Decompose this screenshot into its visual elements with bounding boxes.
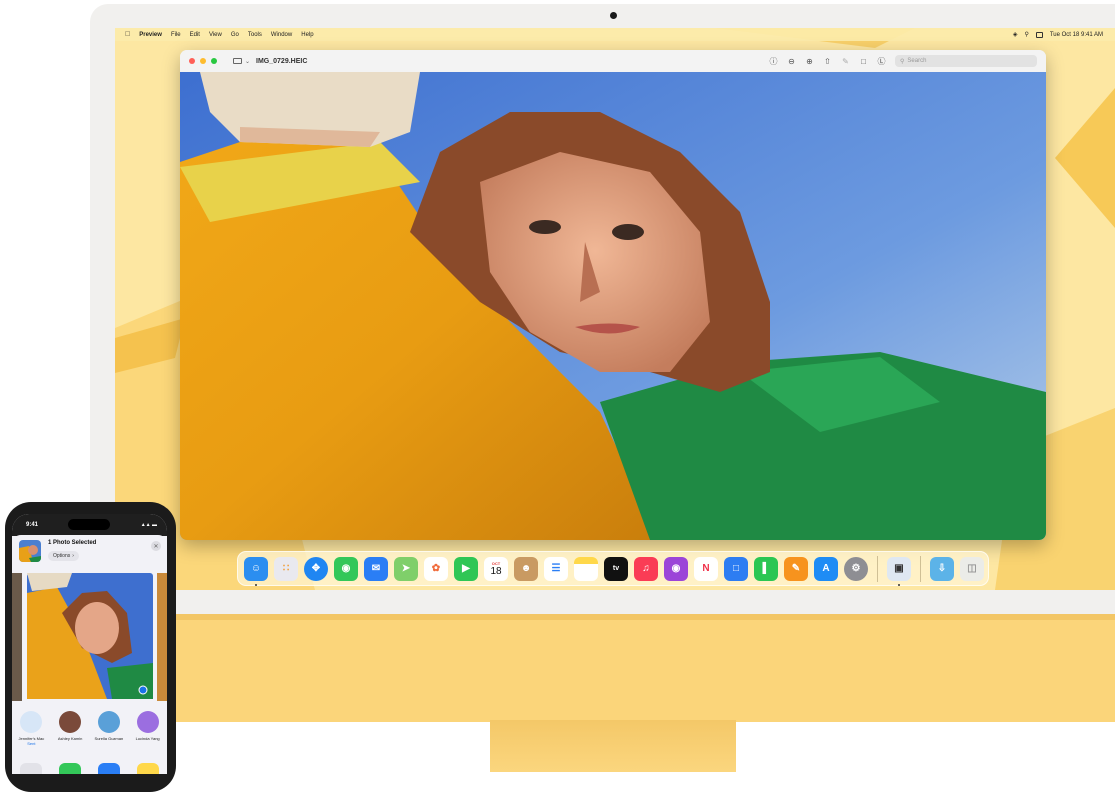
- calendar-day: 18: [490, 565, 502, 577]
- menu-window[interactable]: Window: [271, 32, 292, 38]
- rotate-icon[interactable]: □: [859, 57, 868, 66]
- dock-finder-icon[interactable]: ☺: [244, 556, 268, 586]
- person-status: Sent: [27, 741, 36, 746]
- iphone-time: 9:41: [26, 522, 39, 528]
- menu-tools[interactable]: Tools: [248, 32, 262, 38]
- search-placeholder: Search: [907, 58, 927, 64]
- menu-clock[interactable]: Tue Oct 18 9:41 AM: [1050, 32, 1103, 38]
- dock-tv-icon[interactable]: tv: [604, 556, 628, 581]
- share-icon[interactable]: ⇧: [823, 57, 832, 66]
- running-indicator: [898, 583, 900, 586]
- dock-divider: [877, 555, 878, 582]
- control-center-icon[interactable]: [1035, 31, 1043, 38]
- markup-pen-icon[interactable]: ✎: [841, 57, 850, 66]
- preview-window: ⌄ IMG_0729.HEIC ⓘ ⊖ ⊕ ⇧ ✎ □ Ⓛ ⚲ Search: [180, 50, 1046, 540]
- close-icon[interactable]: ✕: [151, 541, 161, 551]
- dock-pages-icon[interactable]: ✎: [784, 556, 808, 581]
- menu-edit[interactable]: Edit: [190, 32, 200, 38]
- airdrop-mac-icon: [20, 711, 43, 733]
- menu-go[interactable]: Go: [231, 32, 239, 38]
- dock-music-icon[interactable]: ♫: [634, 556, 658, 581]
- chevron-down-icon[interactable]: ⌄: [245, 58, 250, 65]
- imac-stand: [490, 720, 736, 772]
- dock-contacts-icon[interactable]: ☻: [514, 556, 538, 581]
- dock-notes-icon[interactable]: [574, 556, 598, 581]
- dock-keynote-icon[interactable]: □: [724, 556, 748, 581]
- dock-news-icon[interactable]: N: [694, 556, 718, 581]
- dock-calendar-icon[interactable]: OCT 18: [484, 556, 508, 581]
- zoom-out-icon[interactable]: ⊖: [787, 57, 796, 66]
- iphone-status-bar: 9:41 ▲▲ ▬: [12, 514, 167, 536]
- person-name: Surella Guzman: [94, 736, 124, 741]
- share-sheet-title: 1 Photo Selected: [48, 540, 97, 546]
- iphone-screen: 9:41 ▲▲ ▬ 1 Photo Selected Options › ✕ J…: [12, 514, 167, 774]
- menu-bar:  Preview File Edit View Go Tools Window…: [115, 28, 1115, 41]
- menu-help[interactable]: Help: [301, 32, 313, 38]
- dock: ☺ ∷ ✥ ◉ ✉ ➤ ✿ ▶ OCT 18 ☻ ☰ tv ♫ ◉ N □ ▌ …: [237, 551, 989, 586]
- dock-facetime-icon[interactable]: ▶: [454, 556, 478, 581]
- avatar: [136, 711, 159, 733]
- sidebar-toggle-icon[interactable]: [233, 58, 242, 64]
- menu-file[interactable]: File: [171, 32, 181, 38]
- search-input[interactable]: ⚲ Search: [895, 55, 1037, 67]
- share-sheet: 1 Photo Selected Options › ✕ Jennifer's …: [12, 535, 167, 774]
- airdrop-person[interactable]: Lucinda Yang: [131, 711, 165, 746]
- photo-image: [180, 72, 1046, 540]
- options-button[interactable]: Options ›: [48, 551, 79, 561]
- airdrop-person[interactable]: Jennifer's Mac Sent: [14, 711, 48, 746]
- wifi-icon[interactable]: ◈: [1013, 31, 1018, 38]
- dock-mail-icon[interactable]: ✉: [364, 556, 388, 581]
- person-name: Jennifer's Mac Sent: [19, 736, 45, 746]
- document-title: IMG_0729.HEIC: [256, 57, 308, 65]
- dock-messages-icon[interactable]: ◉: [334, 556, 358, 581]
- chevron-right-icon: ›: [72, 553, 74, 559]
- avatar: [59, 711, 82, 733]
- apple-icon[interactable]: : [125, 31, 130, 38]
- airdrop-people-row: Jennifer's Mac Sent Ashley Kamin Surella …: [12, 711, 167, 746]
- dock-reminders-icon[interactable]: ☰: [544, 556, 568, 581]
- selected-photo-thumbnail: [19, 540, 41, 562]
- photo-carousel[interactable]: [12, 573, 167, 701]
- close-icon[interactable]: [189, 58, 195, 64]
- fullscreen-icon[interactable]: [211, 58, 217, 64]
- camera-icon: [610, 12, 617, 19]
- dock-photos-icon[interactable]: ✿: [424, 556, 448, 581]
- person-name: Ashley Kamin: [57, 736, 83, 741]
- imac-chin: [90, 614, 1115, 722]
- person-name: Lucinda Yang: [135, 736, 160, 741]
- menu-app-name[interactable]: Preview: [139, 32, 162, 38]
- running-indicator: [255, 583, 257, 586]
- annotate-icon[interactable]: Ⓛ: [877, 56, 886, 67]
- menu-view[interactable]: View: [209, 32, 222, 38]
- airdrop-person[interactable]: Surella Guzman: [92, 711, 126, 746]
- signal-battery-icon: ▲▲ ▬: [140, 522, 157, 528]
- dock-trash-icon[interactable]: ◫: [960, 556, 984, 581]
- options-label: Options: [53, 553, 71, 559]
- minimize-icon[interactable]: [200, 58, 206, 64]
- avatar: [97, 711, 120, 733]
- dynamic-island: [68, 519, 110, 530]
- dock-app-store-icon[interactable]: A: [814, 556, 838, 581]
- search-icon: ⚲: [900, 58, 905, 65]
- dock-downloads-folder-icon[interactable]: ⇩: [930, 556, 954, 581]
- dock-system-settings-icon[interactable]: ⚙: [844, 556, 868, 581]
- dock-divider: [920, 555, 921, 582]
- dock-numbers-icon[interactable]: ▌: [754, 556, 778, 581]
- dock-podcasts-icon[interactable]: ◉: [664, 556, 688, 581]
- window-titlebar[interactable]: ⌄ IMG_0729.HEIC ⓘ ⊖ ⊕ ⇧ ✎ □ Ⓛ ⚲ Search: [180, 50, 1046, 73]
- dock-safari-icon[interactable]: ✥: [304, 556, 328, 581]
- info-icon[interactable]: ⓘ: [769, 56, 778, 67]
- dock-launchpad-icon[interactable]: ∷: [274, 556, 298, 581]
- desktop-screen:  Preview File Edit View Go Tools Window…: [115, 28, 1115, 590]
- airdrop-person[interactable]: Ashley Kamin: [53, 711, 87, 746]
- dock-preview-icon[interactable]: ▣: [887, 556, 911, 586]
- spotlight-icon[interactable]: ⚲: [1024, 31, 1028, 38]
- chin-shadow: [90, 614, 1115, 620]
- zoom-in-icon[interactable]: ⊕: [805, 57, 814, 66]
- tv-label: tv: [612, 565, 620, 572]
- dock-maps-icon[interactable]: ➤: [394, 556, 418, 581]
